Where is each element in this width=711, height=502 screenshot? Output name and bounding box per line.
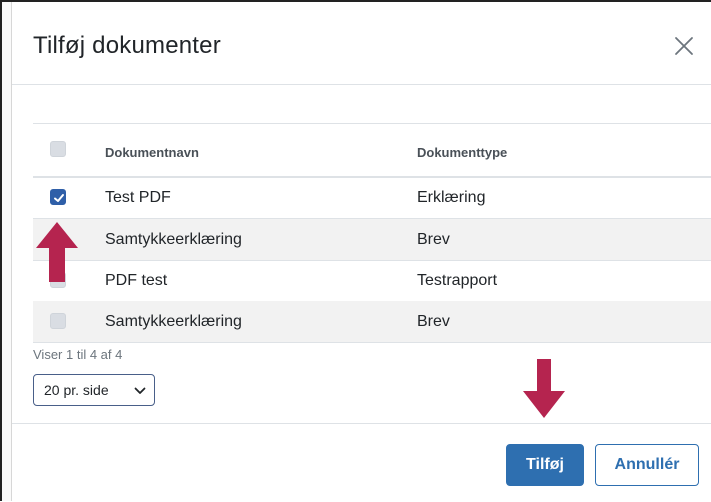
page-size-value: 20 pr. side <box>44 382 109 398</box>
page-backdrop <box>2 2 11 501</box>
row-checkbox[interactable] <box>50 313 66 329</box>
cancel-button[interactable]: Annullér <box>595 444 699 486</box>
row-checkbox[interactable] <box>50 189 66 205</box>
select-all-checkbox[interactable] <box>50 141 66 157</box>
arrow-down-icon <box>523 359 565 418</box>
dialog-title: Tilføj dokumenter <box>33 32 221 59</box>
table-row[interactable]: Samtykkeerklæring Brev <box>33 301 711 343</box>
document-name: Test PDF <box>105 189 171 206</box>
table-row[interactable]: PDF test Testrapport <box>33 260 711 302</box>
pagination-info: Viser 1 til 4 af 4 <box>33 347 123 362</box>
checkmark-icon <box>54 194 64 202</box>
close-button[interactable] <box>673 35 695 57</box>
document-type: Brev <box>417 231 450 248</box>
document-type: Erklæring <box>417 189 486 206</box>
document-name: Samtykkeerklæring <box>105 231 242 248</box>
add-button[interactable]: Tilføj <box>506 444 584 486</box>
dialog-header: Tilføj dokumenter <box>12 2 711 85</box>
column-header-type: Dokumenttype <box>417 145 508 160</box>
page-size-select[interactable]: 20 pr. side <box>33 374 155 406</box>
table-row[interactable]: Samtykkeerklæring Brev <box>33 219 711 261</box>
arrow-up-icon <box>36 222 78 282</box>
table-row[interactable]: Test PDF Erklæring <box>33 177 711 219</box>
document-type: Brev <box>417 313 450 330</box>
close-icon <box>675 37 693 55</box>
dialog-footer: Tilføj Annullér <box>12 423 711 502</box>
document-type: Testrapport <box>417 272 498 289</box>
column-header-name: Dokumentnavn <box>105 145 199 160</box>
document-name: Samtykkeerklæring <box>105 313 242 330</box>
document-name: PDF test <box>105 272 168 289</box>
add-documents-dialog: Tilføj dokumenter Dokumentnavn Dokumentt… <box>11 2 711 501</box>
chevron-down-icon <box>134 387 146 394</box>
table-header-row: Dokumentnavn Dokumenttype <box>33 123 711 178</box>
